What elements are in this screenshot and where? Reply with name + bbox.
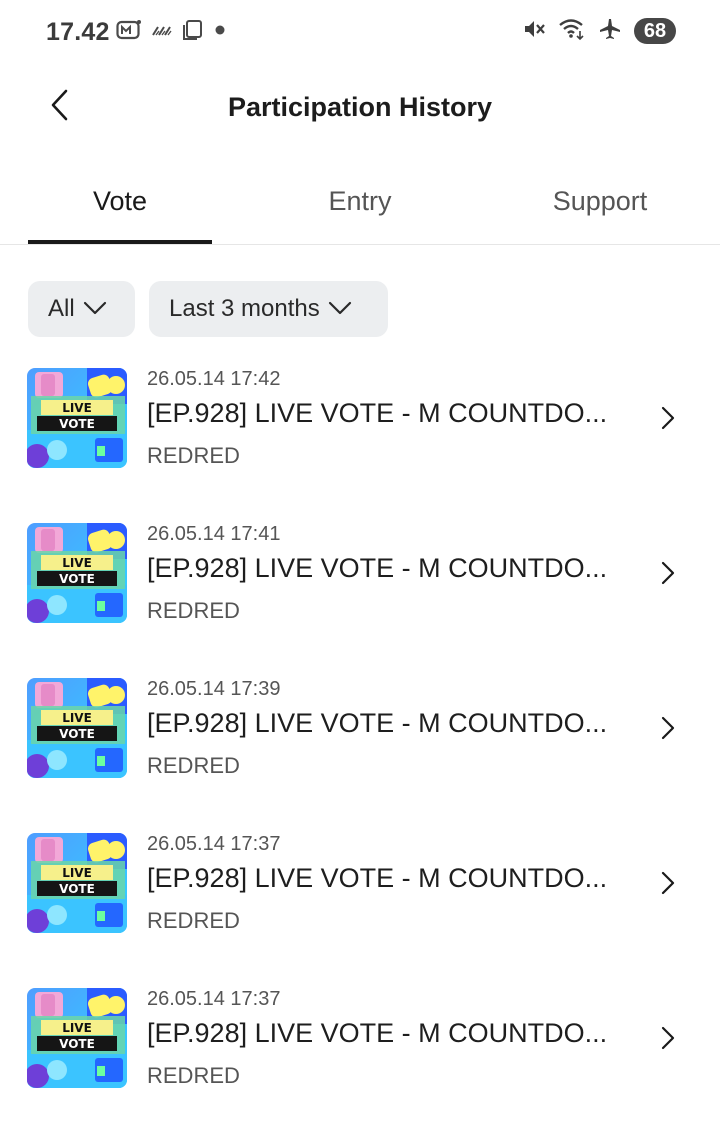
list-item[interactable]: LIVE VOTE 26.05.14 17:42 [EP.928] LIVE V… — [0, 366, 720, 521]
chevron-right-icon — [656, 714, 680, 742]
data-transfer-icon — [150, 20, 174, 45]
period-filter-label: Last 3 months — [169, 295, 320, 322]
page-title: Participation History — [227, 92, 493, 122]
active-tab-indicator — [28, 240, 212, 244]
thumb-text-vote: VOTE — [59, 882, 95, 896]
list-item[interactable]: LIVE VOTE 26.05.14 17:39 [EP.928] LIVE V… — [0, 676, 720, 831]
thumb-text-vote: VOTE — [59, 727, 95, 741]
vote-thumbnail: LIVE VOTE — [27, 833, 127, 933]
item-date: 26.05.14 17:41 — [147, 523, 281, 545]
vote-thumbnail: LIVE VOTE — [27, 523, 127, 623]
mnet-app-icon — [116, 19, 142, 46]
item-title: [EP.928] LIVE VOTE - M COUNTDO... — [147, 863, 608, 893]
status-bar: 17.42 68 — [0, 0, 720, 64]
item-title: [EP.928] LIVE VOTE - M COUNTDO... — [147, 708, 608, 738]
screenshot-icon — [182, 19, 204, 46]
chevron-right-icon — [656, 404, 680, 432]
chevron-right-icon — [656, 1024, 680, 1052]
thumb-text-live: LIVE — [62, 556, 92, 570]
item-date: 26.05.14 17:37 — [147, 988, 281, 1010]
thumb-text-vote: VOTE — [59, 1037, 95, 1051]
item-subtitle: REDRED — [147, 443, 240, 468]
airplane-mode-icon — [598, 17, 622, 46]
item-subtitle: REDRED — [147, 1063, 240, 1088]
status-left-icons — [116, 19, 228, 45]
tab-vote[interactable]: Vote — [28, 168, 212, 244]
vote-thumbnail: LIVE VOTE — [27, 678, 127, 778]
mute-icon — [522, 17, 546, 46]
vote-thumbnail: LIVE VOTE — [27, 368, 127, 468]
tab-support[interactable]: Support — [508, 168, 692, 244]
list-item[interactable]: LIVE VOTE 26.05.14 17:37 [EP.928] LIVE V… — [0, 831, 720, 986]
notification-dot-icon — [212, 22, 228, 43]
app-header: Participation History — [0, 70, 720, 148]
thumb-text-live: LIVE — [62, 401, 92, 415]
type-filter-label: All — [48, 295, 75, 322]
vote-thumbnail: LIVE VOTE — [27, 988, 127, 1088]
thumb-text-live: LIVE — [62, 711, 92, 725]
period-filter-dropdown[interactable]: Last 3 months — [149, 281, 388, 337]
item-date: 26.05.14 17:37 — [147, 833, 281, 855]
status-right-icons: 68 — [522, 17, 676, 45]
item-subtitle: REDRED — [147, 598, 240, 623]
thumb-text-vote: VOTE — [59, 572, 95, 586]
chevron-down-icon — [328, 295, 352, 323]
battery-indicator: 68 — [634, 18, 676, 44]
type-filter-dropdown[interactable]: All — [28, 281, 135, 337]
tab-bar: Vote Entry Support — [0, 168, 720, 245]
thumb-text-live: LIVE — [62, 1021, 92, 1035]
thumb-text-vote: VOTE — [59, 417, 95, 431]
chevron-right-icon — [656, 869, 680, 897]
item-title: [EP.928] LIVE VOTE - M COUNTDO... — [147, 1018, 608, 1048]
item-title: [EP.928] LIVE VOTE - M COUNTDO... — [147, 398, 608, 428]
chevron-down-icon — [83, 295, 107, 323]
item-date: 26.05.14 17:42 — [147, 368, 281, 390]
list-item[interactable]: LIVE VOTE 26.05.14 17:37 [EP.928] LIVE V… — [0, 986, 720, 1141]
tab-entry[interactable]: Entry — [268, 168, 452, 244]
wifi-icon — [558, 17, 586, 46]
item-title: [EP.928] LIVE VOTE - M COUNTDO... — [147, 553, 608, 583]
item-date: 26.05.14 17:39 — [147, 678, 281, 700]
item-subtitle: REDRED — [147, 753, 240, 778]
thumb-text-live: LIVE — [62, 866, 92, 880]
status-time: 17.42 — [46, 18, 110, 46]
list-item[interactable]: LIVE VOTE 26.05.14 17:41 [EP.928] LIVE V… — [0, 521, 720, 676]
history-list: LIVE VOTE 26.05.14 17:42 [EP.928] LIVE V… — [0, 366, 720, 1141]
chevron-right-icon — [656, 559, 680, 587]
item-subtitle: REDRED — [147, 908, 240, 933]
